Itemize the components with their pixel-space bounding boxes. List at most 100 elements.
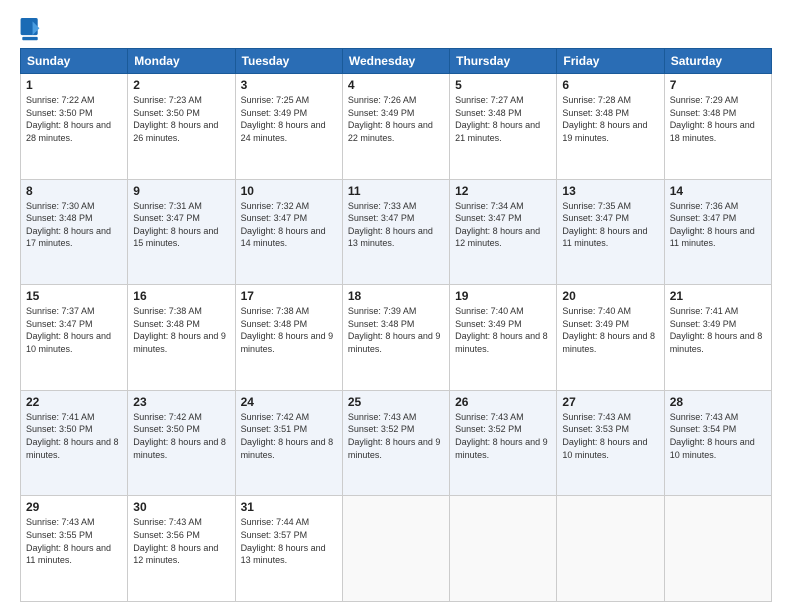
day-cell: 11 Sunrise: 7:33 AMSunset: 3:47 PMDayligh… [342,179,449,285]
day-cell: 8 Sunrise: 7:30 AMSunset: 3:48 PMDaylight… [21,179,128,285]
day-cell: 23 Sunrise: 7:42 AMSunset: 3:50 PMDayligh… [128,390,235,496]
day-number: 20 [562,289,658,303]
day-cell: 21 Sunrise: 7:41 AMSunset: 3:49 PMDayligh… [664,285,771,391]
day-info: Sunrise: 7:40 AMSunset: 3:49 PMDaylight:… [455,305,551,355]
day-info: Sunrise: 7:43 AMSunset: 3:55 PMDaylight:… [26,516,122,566]
day-info: Sunrise: 7:41 AMSunset: 3:50 PMDaylight:… [26,411,122,461]
day-number: 12 [455,184,551,198]
header [20,18,772,42]
day-number: 28 [670,395,766,409]
logo-icon [20,18,40,42]
day-cell: 12 Sunrise: 7:34 AMSunset: 3:47 PMDayligh… [450,179,557,285]
day-info: Sunrise: 7:22 AMSunset: 3:50 PMDaylight:… [26,94,122,144]
weekday-header-monday: Monday [128,49,235,74]
week-row-3: 15 Sunrise: 7:37 AMSunset: 3:47 PMDayligh… [21,285,772,391]
day-number: 26 [455,395,551,409]
day-info: Sunrise: 7:34 AMSunset: 3:47 PMDaylight:… [455,200,551,250]
day-cell: 7 Sunrise: 7:29 AMSunset: 3:48 PMDaylight… [664,74,771,180]
day-number: 3 [241,78,337,92]
day-info: Sunrise: 7:35 AMSunset: 3:47 PMDaylight:… [562,200,658,250]
day-info: Sunrise: 7:44 AMSunset: 3:57 PMDaylight:… [241,516,337,566]
day-info: Sunrise: 7:26 AMSunset: 3:49 PMDaylight:… [348,94,444,144]
day-number: 16 [133,289,229,303]
day-cell [664,496,771,602]
day-number: 14 [670,184,766,198]
day-info: Sunrise: 7:32 AMSunset: 3:47 PMDaylight:… [241,200,337,250]
day-info: Sunrise: 7:39 AMSunset: 3:48 PMDaylight:… [348,305,444,355]
day-info: Sunrise: 7:42 AMSunset: 3:51 PMDaylight:… [241,411,337,461]
week-row-1: 1 Sunrise: 7:22 AMSunset: 3:50 PMDaylight… [21,74,772,180]
day-cell [450,496,557,602]
day-cell: 10 Sunrise: 7:32 AMSunset: 3:47 PMDayligh… [235,179,342,285]
day-info: Sunrise: 7:38 AMSunset: 3:48 PMDaylight:… [241,305,337,355]
day-number: 25 [348,395,444,409]
day-info: Sunrise: 7:43 AMSunset: 3:54 PMDaylight:… [670,411,766,461]
day-number: 1 [26,78,122,92]
day-cell: 28 Sunrise: 7:43 AMSunset: 3:54 PMDayligh… [664,390,771,496]
day-number: 4 [348,78,444,92]
calendar-table: SundayMondayTuesdayWednesdayThursdayFrid… [20,48,772,602]
weekday-header-sunday: Sunday [21,49,128,74]
day-number: 5 [455,78,551,92]
day-info: Sunrise: 7:29 AMSunset: 3:48 PMDaylight:… [670,94,766,144]
day-cell: 9 Sunrise: 7:31 AMSunset: 3:47 PMDaylight… [128,179,235,285]
week-row-2: 8 Sunrise: 7:30 AMSunset: 3:48 PMDaylight… [21,179,772,285]
calendar-page: SundayMondayTuesdayWednesdayThursdayFrid… [0,0,792,612]
day-info: Sunrise: 7:25 AMSunset: 3:49 PMDaylight:… [241,94,337,144]
day-cell: 30Sunrise: 7:43 AMSunset: 3:56 PMDayligh… [128,496,235,602]
day-info: Sunrise: 7:43 AMSunset: 3:52 PMDaylight:… [455,411,551,461]
day-number: 21 [670,289,766,303]
weekday-header-tuesday: Tuesday [235,49,342,74]
day-number: 27 [562,395,658,409]
day-number: 18 [348,289,444,303]
day-cell: 20 Sunrise: 7:40 AMSunset: 3:49 PMDayligh… [557,285,664,391]
day-number: 6 [562,78,658,92]
day-number: 24 [241,395,337,409]
day-number: 17 [241,289,337,303]
day-cell: 31 Sunrise: 7:44 AMSunset: 3:57 PMDayligh… [235,496,342,602]
day-info: Sunrise: 7:40 AMSunset: 3:49 PMDaylight:… [562,305,658,355]
day-info: Sunrise: 7:31 AMSunset: 3:47 PMDaylight:… [133,200,229,250]
logo [20,18,42,42]
weekday-header-wednesday: Wednesday [342,49,449,74]
day-number: 10 [241,184,337,198]
day-cell: 13Sunrise: 7:35 AMSunset: 3:47 PMDayligh… [557,179,664,285]
day-cell: 2Sunrise: 7:23 AMSunset: 3:50 PMDaylight… [128,74,235,180]
day-info: Sunrise: 7:30 AMSunset: 3:48 PMDaylight:… [26,200,122,250]
day-info: Sunrise: 7:43 AMSunset: 3:53 PMDaylight:… [562,411,658,461]
day-info: Sunrise: 7:42 AMSunset: 3:50 PMDaylight:… [133,411,229,461]
weekday-header-thursday: Thursday [450,49,557,74]
day-number: 31 [241,500,337,514]
week-row-5: 29 Sunrise: 7:43 AMSunset: 3:55 PMDayligh… [21,496,772,602]
day-cell [557,496,664,602]
day-number: 23 [133,395,229,409]
day-cell: 3 Sunrise: 7:25 AMSunset: 3:49 PMDaylight… [235,74,342,180]
day-cell: 4 Sunrise: 7:26 AMSunset: 3:49 PMDaylight… [342,74,449,180]
day-info: Sunrise: 7:41 AMSunset: 3:49 PMDaylight:… [670,305,766,355]
day-number: 11 [348,184,444,198]
day-number: 9 [133,184,229,198]
day-cell: 27 Sunrise: 7:43 AMSunset: 3:53 PMDayligh… [557,390,664,496]
day-info: Sunrise: 7:43 AMSunset: 3:56 PMDaylight:… [133,516,229,566]
day-cell: 17 Sunrise: 7:38 AMSunset: 3:48 PMDayligh… [235,285,342,391]
day-cell: 24 Sunrise: 7:42 AMSunset: 3:51 PMDayligh… [235,390,342,496]
day-info: Sunrise: 7:37 AMSunset: 3:47 PMDaylight:… [26,305,122,355]
day-number: 22 [26,395,122,409]
day-number: 7 [670,78,766,92]
day-cell: 29 Sunrise: 7:43 AMSunset: 3:55 PMDayligh… [21,496,128,602]
day-cell: 25 Sunrise: 7:43 AMSunset: 3:52 PMDayligh… [342,390,449,496]
day-cell: 18 Sunrise: 7:39 AMSunset: 3:48 PMDayligh… [342,285,449,391]
day-info: Sunrise: 7:27 AMSunset: 3:48 PMDaylight:… [455,94,551,144]
day-cell: 1 Sunrise: 7:22 AMSunset: 3:50 PMDaylight… [21,74,128,180]
day-info: Sunrise: 7:23 AMSunset: 3:50 PMDaylight:… [133,94,229,144]
day-cell: 22 Sunrise: 7:41 AMSunset: 3:50 PMDayligh… [21,390,128,496]
day-number: 29 [26,500,122,514]
day-info: Sunrise: 7:33 AMSunset: 3:47 PMDaylight:… [348,200,444,250]
day-info: Sunrise: 7:36 AMSunset: 3:47 PMDaylight:… [670,200,766,250]
day-number: 15 [26,289,122,303]
day-cell: 19Sunrise: 7:40 AMSunset: 3:49 PMDayligh… [450,285,557,391]
day-info: Sunrise: 7:28 AMSunset: 3:48 PMDaylight:… [562,94,658,144]
day-cell: 6 Sunrise: 7:28 AMSunset: 3:48 PMDaylight… [557,74,664,180]
day-number: 8 [26,184,122,198]
day-info: Sunrise: 7:43 AMSunset: 3:52 PMDaylight:… [348,411,444,461]
